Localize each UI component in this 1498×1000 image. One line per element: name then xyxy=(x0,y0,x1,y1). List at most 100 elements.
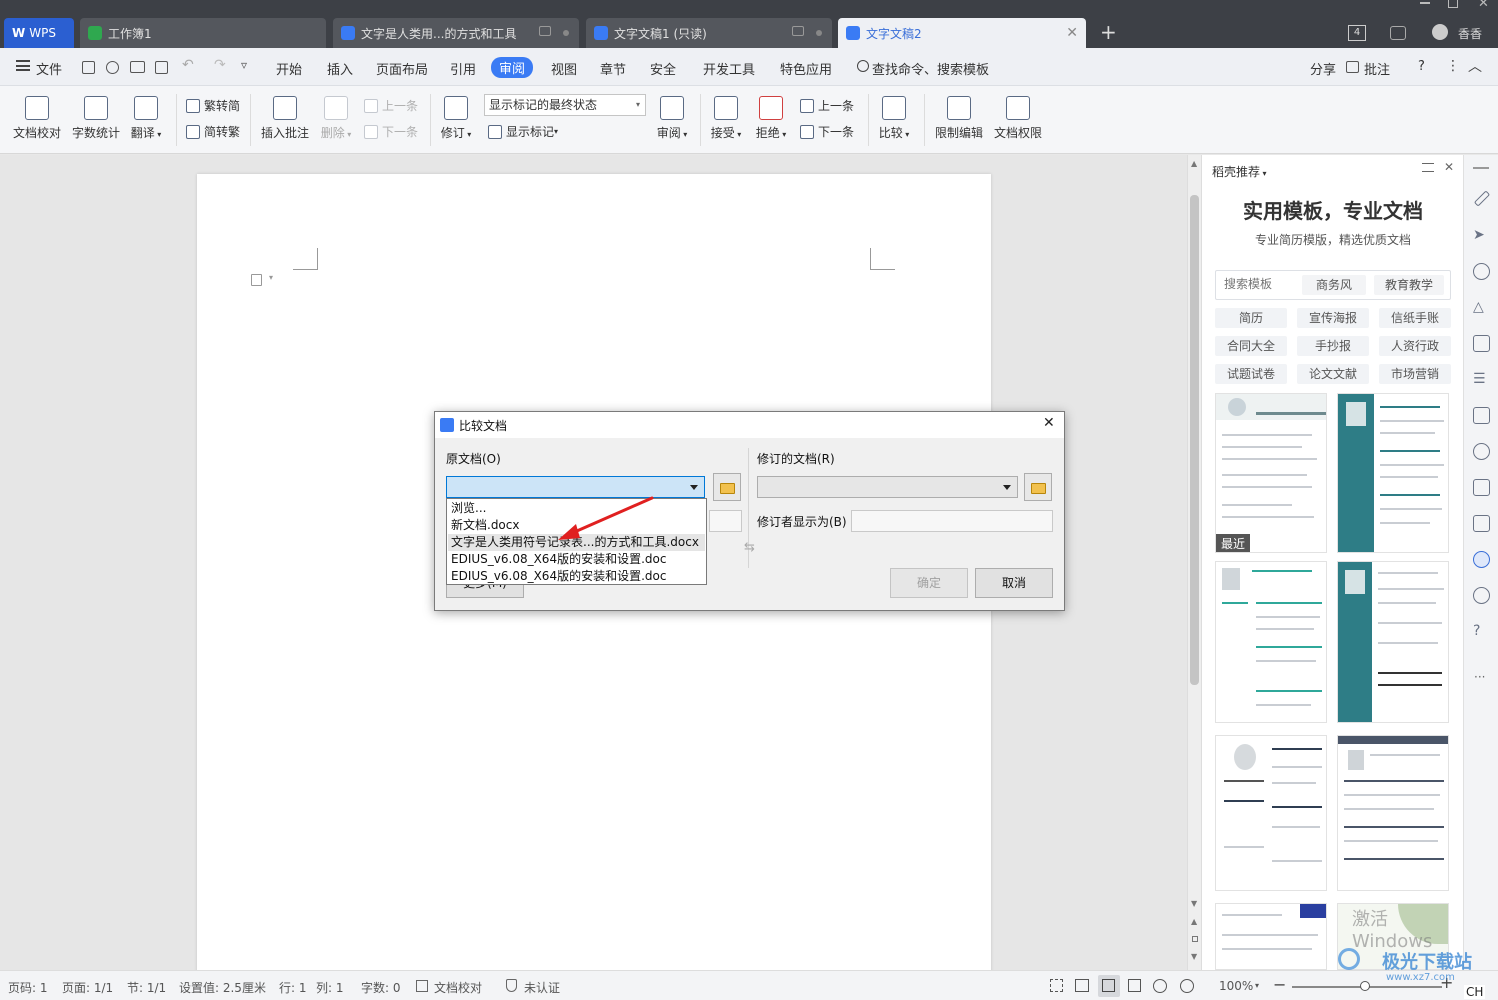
share-icon[interactable] xyxy=(1473,443,1490,460)
shapes-icon[interactable] xyxy=(1473,263,1490,280)
paragraph-handle-icon[interactable] xyxy=(251,274,262,286)
revised-doc-combobox[interactable] xyxy=(757,476,1018,498)
status-cert[interactable]: 未认证 xyxy=(524,979,560,996)
scroll-down-icon[interactable]: ▼ xyxy=(1191,899,1197,908)
search-tag[interactable]: 教育教学 xyxy=(1374,275,1444,295)
prev-comment-button[interactable]: 上一条 xyxy=(364,97,418,114)
template-thumbnail[interactable]: 最近 xyxy=(1215,393,1327,553)
template-search-input[interactable] xyxy=(1224,277,1304,291)
pin-icon[interactable] xyxy=(539,26,551,36)
tab-doc1[interactable]: 文字文稿1 (只读) xyxy=(586,18,832,48)
wordcount-button[interactable]: 字数统计 xyxy=(70,96,122,141)
menu-review[interactable]: 审阅 xyxy=(491,57,534,78)
style-icon[interactable]: △ xyxy=(1473,299,1490,316)
menu-view[interactable]: 视图 xyxy=(551,59,577,78)
doc-permission-button[interactable]: 文档权限 xyxy=(991,96,1045,141)
next-page-icon[interactable]: ▼ xyxy=(1191,952,1197,961)
tab-wps-home[interactable]: W WPS xyxy=(4,18,74,48)
share-save-icon[interactable] xyxy=(106,61,119,74)
menu-reference[interactable]: 引用 xyxy=(450,59,476,78)
user-name[interactable]: 香香 xyxy=(1458,25,1482,42)
show-marks-button[interactable]: 显示标记 ▾ xyxy=(488,123,558,140)
window-count-badge[interactable]: 4 xyxy=(1348,25,1366,41)
more-icon[interactable]: ⋮ xyxy=(1446,58,1460,74)
close-tab-icon[interactable]: ✕ xyxy=(1066,25,1078,41)
archive-icon[interactable] xyxy=(1473,479,1490,496)
collapse-ribbon-icon[interactable]: ︿ xyxy=(1468,56,1482,76)
avatar[interactable] xyxy=(1432,24,1448,40)
menu-start[interactable]: 开始 xyxy=(276,59,302,78)
translate-button[interactable]: 翻译 ▾ xyxy=(128,96,164,141)
menu-chapter[interactable]: 章节 xyxy=(600,59,626,78)
category-chip[interactable]: 信纸手账 xyxy=(1379,308,1451,328)
zoom-slider-thumb[interactable] xyxy=(1360,981,1370,991)
new-tab-button[interactable]: + xyxy=(1100,20,1117,44)
menu-features[interactable]: 特色应用 xyxy=(780,59,832,78)
template-search-box[interactable]: 商务风 教育教学 xyxy=(1215,270,1451,300)
dropdown-option[interactable]: EDIUS_v6.08_X64版的安装和设置.doc xyxy=(448,551,705,568)
compare-button[interactable]: 比较 ▾ xyxy=(876,96,912,141)
category-chip[interactable]: 简历 xyxy=(1215,308,1287,328)
status-col[interactable]: 列: 1 xyxy=(316,979,344,996)
proofread-button[interactable]: 文档校对 xyxy=(12,96,62,141)
tab-doc2[interactable]: 文字文稿2 ✕ xyxy=(838,18,1086,48)
menu-layout[interactable]: 页面布局 xyxy=(376,59,428,78)
next-comment-button[interactable]: 下一条 xyxy=(364,123,418,140)
cancel-button[interactable]: 取消 xyxy=(975,568,1053,598)
category-chip[interactable]: 人资行政 xyxy=(1379,336,1451,356)
swap-icon[interactable]: ⇆ xyxy=(744,540,755,555)
dialog-titlebar[interactable]: 比较文档 ✕ xyxy=(435,412,1064,438)
picture-icon[interactable] xyxy=(1473,515,1490,532)
template-thumbnail[interactable] xyxy=(1215,561,1327,723)
review-pane-button[interactable]: 审阅 ▾ xyxy=(654,96,690,141)
docer-icon[interactable] xyxy=(1473,551,1490,568)
read-mode-icon[interactable] xyxy=(1075,979,1089,992)
tab-workbook[interactable]: 工作簿1 xyxy=(80,18,326,48)
accept-button[interactable]: 接受 ▾ xyxy=(708,96,744,141)
quick-access-dropdown-icon[interactable]: ▿ xyxy=(241,58,247,72)
skin-icon[interactable] xyxy=(1390,26,1406,40)
web-view-icon[interactable] xyxy=(1153,979,1167,993)
template-thumbnail[interactable] xyxy=(1337,735,1449,891)
search-icon[interactable] xyxy=(857,60,869,72)
reject-button[interactable]: 拒绝 ▾ xyxy=(753,96,789,141)
menu-developer[interactable]: 开发工具 xyxy=(703,59,755,78)
category-chip[interactable]: 试题试卷 xyxy=(1215,364,1287,384)
status-setting[interactable]: 设置值: 2.5厘米 xyxy=(179,979,266,996)
settings-sliders-icon[interactable]: ☰ xyxy=(1473,371,1490,388)
command-search[interactable]: 查找命令、搜索模板 xyxy=(872,59,989,78)
maximize-icon[interactable] xyxy=(1448,0,1458,8)
status-row[interactable]: 行: 1 xyxy=(279,979,307,996)
category-chip[interactable]: 论文文献 xyxy=(1297,364,1369,384)
prev-change-button[interactable]: 上一条 xyxy=(800,97,854,114)
status-pages[interactable]: 页面: 1/1 xyxy=(62,979,113,996)
comment-menu[interactable]: 批注 xyxy=(1364,59,1390,78)
undo-icon[interactable]: ↶ xyxy=(182,57,194,73)
panel-menu-icon[interactable] xyxy=(1422,163,1434,172)
dropdown-option[interactable]: EDIUS_v6.08_X64版的安装和设置.doc xyxy=(448,568,705,585)
ok-button[interactable]: 确定 xyxy=(890,568,968,598)
panel-close-icon[interactable]: ✕ xyxy=(1444,160,1454,174)
tab-doc-text[interactable]: 文字是人类用...的方式和工具 xyxy=(333,18,579,48)
dialog-close-icon[interactable]: ✕ xyxy=(1043,415,1055,431)
template-thumbnail[interactable] xyxy=(1337,561,1449,723)
close-window-icon[interactable]: ✕ xyxy=(1478,0,1489,11)
markup-display-select[interactable]: 显示标记的最终状态 ▾ xyxy=(484,94,646,116)
help-button[interactable]: ? xyxy=(1418,59,1425,74)
backup-icon[interactable] xyxy=(1473,587,1490,604)
status-section[interactable]: 节: 1/1 xyxy=(127,979,166,996)
save-icon[interactable] xyxy=(82,61,95,74)
reviewer-field[interactable] xyxy=(851,510,1053,532)
comment-icon[interactable] xyxy=(1346,61,1359,73)
category-chip[interactable]: 手抄报 xyxy=(1297,336,1369,356)
redo-icon[interactable]: ↷ xyxy=(214,57,226,73)
menu-insert[interactable]: 插入 xyxy=(327,59,353,78)
zoom-out-icon[interactable]: − xyxy=(1273,975,1286,994)
cursor-icon[interactable]: ➤ xyxy=(1473,227,1490,244)
outline-view-icon[interactable] xyxy=(1128,979,1141,992)
status-words[interactable]: 字数: 0 xyxy=(361,979,401,996)
template-thumbnail[interactable] xyxy=(1215,735,1327,891)
search-tag[interactable]: 商务风 xyxy=(1302,275,1366,295)
revise-button[interactable]: 修订 ▾ xyxy=(438,96,474,141)
image-search-icon[interactable] xyxy=(1473,407,1490,424)
